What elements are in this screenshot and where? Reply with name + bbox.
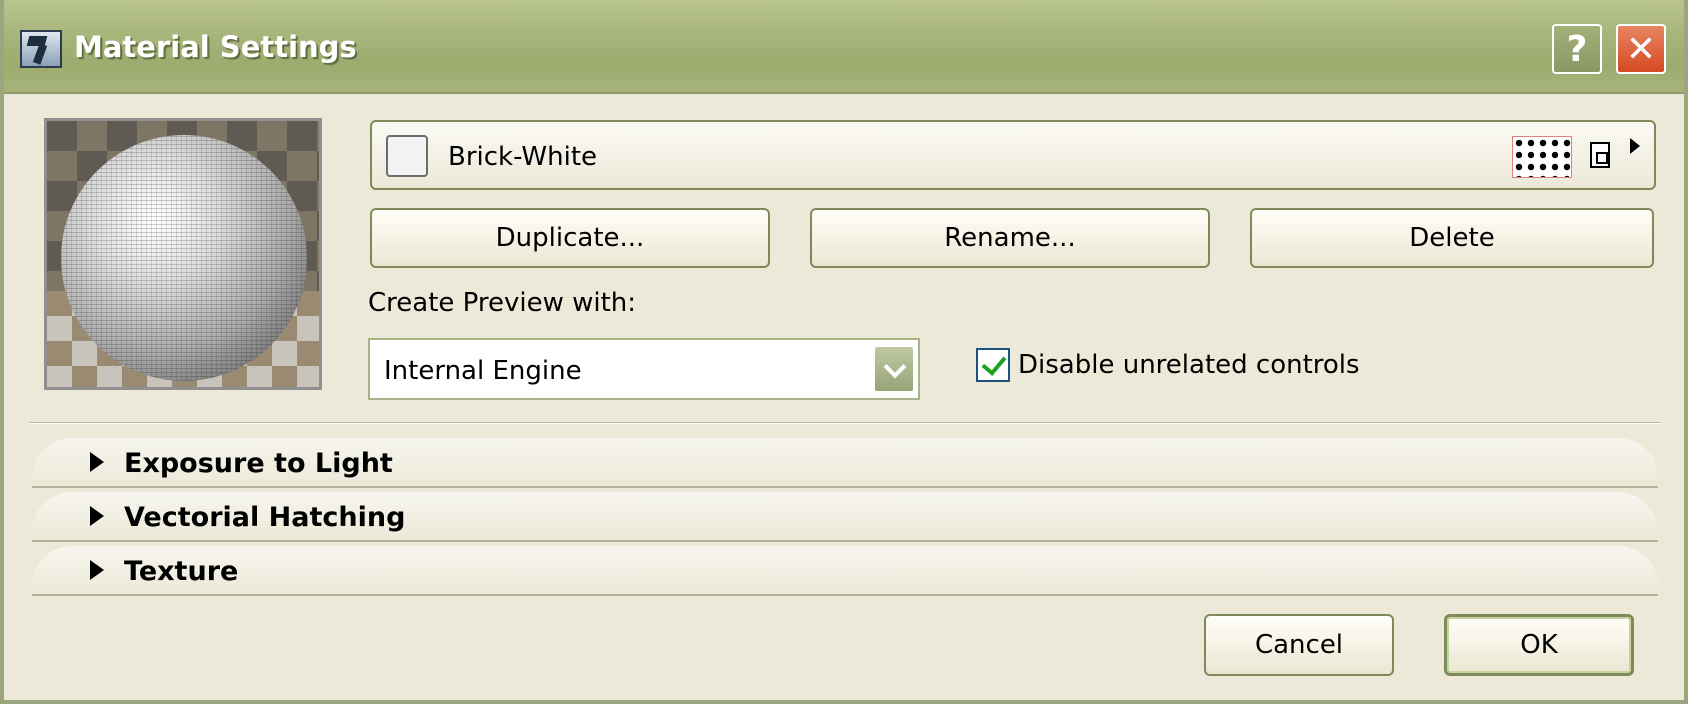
material-color-swatch — [386, 135, 428, 177]
ok-button[interactable]: OK — [1444, 614, 1634, 676]
preview-sphere — [61, 135, 307, 381]
preview-engine-value: Internal Engine — [384, 356, 582, 386]
expand-arrow-icon — [90, 506, 104, 526]
section-vectorial-hatching[interactable]: Vectorial Hatching — [32, 492, 1658, 542]
section-divider — [30, 422, 1660, 424]
preview-engine-select[interactable]: Internal Engine — [368, 338, 920, 400]
material-name: Brick-White — [448, 142, 598, 172]
duplicate-button[interactable]: Duplicate... — [370, 208, 770, 268]
expand-arrow-icon — [90, 560, 104, 580]
material-preview-image — [44, 118, 322, 390]
material-settings-dialog: Material Settings ? ✕ Brick-White Duplic… — [0, 0, 1688, 704]
expand-arrow-icon — [90, 452, 104, 472]
section-label: Texture — [124, 556, 239, 587]
section-label: Vectorial Hatching — [124, 502, 406, 533]
material-selector[interactable]: Brick-White — [370, 120, 1656, 190]
disable-unrelated-label[interactable]: Disable unrelated controls — [1018, 350, 1360, 380]
cancel-button[interactable]: Cancel — [1204, 614, 1394, 676]
section-label: Exposure to Light — [124, 448, 393, 479]
section-texture[interactable]: Texture — [32, 546, 1658, 596]
chevron-right-icon[interactable] — [1630, 138, 1640, 154]
rename-button[interactable]: Rename... — [810, 208, 1210, 268]
help-button[interactable]: ? — [1552, 24, 1602, 74]
window-title: Material Settings — [74, 30, 357, 64]
preview-engine-label: Create Preview with: — [368, 288, 637, 318]
app-icon — [20, 30, 62, 68]
section-exposure-to-light[interactable]: Exposure to Light — [32, 438, 1658, 488]
close-button[interactable]: ✕ — [1616, 24, 1666, 74]
chevron-down-icon[interactable] — [874, 346, 914, 392]
title-bar[interactable]: Material Settings ? ✕ — [4, 0, 1684, 94]
delete-button[interactable]: Delete — [1250, 208, 1654, 268]
document-icon — [1590, 142, 1610, 168]
disable-unrelated-checkbox[interactable] — [976, 348, 1010, 382]
fill-pattern-icon — [1512, 136, 1572, 178]
